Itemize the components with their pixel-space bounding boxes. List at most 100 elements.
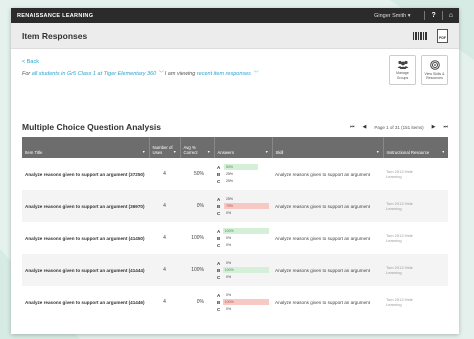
table-row[interactable]: Analyze reasons given to support an argu… <box>22 190 448 222</box>
column-header-uses[interactable]: Number of Uses ▼ <box>149 137 181 158</box>
column-header-item-title[interactable]: Item Title ▼ <box>22 137 150 158</box>
answer-letter: B <box>217 171 221 177</box>
sort-icon: ▼ <box>207 150 211 154</box>
resource-cell[interactable]: Tom 2013 Hide Learning <box>383 286 448 318</box>
column-header-skill[interactable]: Skill ▼ <box>272 137 384 158</box>
resource-sub: Learning <box>386 174 402 179</box>
answer-choice: B 100% <box>217 299 269 306</box>
answer-letter: B <box>217 235 221 241</box>
resource-sub: Learning <box>386 206 402 211</box>
pdf-icon[interactable]: PDF <box>437 28 448 43</box>
answer-bar: 25% <box>226 179 234 183</box>
answer-bar: 0% <box>226 211 232 215</box>
answer-bar: 25% <box>226 197 234 201</box>
resource-cell[interactable]: Tom 2013 Hide Learning <box>383 254 448 286</box>
home-icon[interactable]: ⌂ <box>449 12 453 19</box>
resource-cell[interactable]: Tom 2013 Hide Learning <box>383 158 448 190</box>
resource-cell[interactable]: Tom 2013 Hide Learning <box>383 190 448 222</box>
divider <box>424 11 426 20</box>
sort-icon: ▼ <box>441 150 445 154</box>
skill-text: Analyze reasons given to support an argu… <box>272 254 383 286</box>
student-filter-label: all students in Gr5 Class 1 at Tiger Ele… <box>31 71 158 77</box>
view-skills-label: View Skills & Resources <box>424 71 445 80</box>
section-title: Multiple Choice Question Analysis <box>22 122 162 132</box>
item-title[interactable]: Analyze reasons given to support an argu… <box>22 286 149 318</box>
answers-cell: A 0% B 100% C 0% <box>214 286 272 318</box>
last-page-icon[interactable]: ⏭ <box>443 124 448 130</box>
sort-icon: ▼ <box>376 150 380 154</box>
table-row[interactable]: Analyze reasons given to support an argu… <box>22 158 448 190</box>
manage-groups-label: Manage Groups <box>396 71 409 80</box>
answer-choice: C 0% <box>217 274 269 281</box>
sort-icon: ▼ <box>173 150 177 154</box>
divider <box>441 11 443 20</box>
column-label: Answers <box>217 150 234 155</box>
help-icon[interactable]: ? <box>431 12 435 19</box>
item-title[interactable]: Analyze reasons given to support an argu… <box>22 190 149 222</box>
item-title[interactable]: Analyze reasons given to support an argu… <box>22 222 149 254</box>
table-row[interactable]: Analyze reasons given to support an argu… <box>22 286 448 318</box>
column-header-resource[interactable]: Instructional Resource ▼ <box>383 137 448 158</box>
answer-bar: 100% <box>222 228 269 234</box>
column-header-answers[interactable]: Answers ▼ <box>214 137 273 158</box>
skill-text: Analyze reasons given to support an argu… <box>275 171 370 177</box>
first-page-icon[interactable]: ⏮ <box>350 124 355 130</box>
answer-bar: 0% <box>226 261 232 265</box>
student-filter-link[interactable]: all students in Gr5 Class 1 at Tiger Ele… <box>32 71 163 77</box>
answer-choice: C 0% <box>217 306 269 313</box>
answer-letter: C <box>217 306 221 312</box>
table-row[interactable]: Analyze reasons given to support an argu… <box>22 254 448 286</box>
skill-text: Analyze reasons given to support an argu… <box>275 299 370 305</box>
next-page-icon[interactable]: ▶ <box>432 124 436 130</box>
answer-choice: A 0% <box>217 292 269 299</box>
resource-cell[interactable]: Tom 2013 Hide Learning <box>383 222 448 254</box>
answer-bar: 100% <box>222 299 269 305</box>
barcode-icon[interactable] <box>413 31 427 40</box>
answer-letter: B <box>217 203 221 209</box>
answer-bar: 0% <box>226 307 232 311</box>
avg-correct: 0% <box>196 299 204 305</box>
context-sentence: For all students in Gr5 Class 1 at Tiger… <box>22 69 448 77</box>
avg-correct: 100% <box>180 254 214 286</box>
answer-letter: C <box>217 210 221 216</box>
column-label: Skill <box>275 150 284 155</box>
item-title[interactable]: Analyze reasons given to support an argu… <box>22 158 149 190</box>
number-of-uses: 4 <box>163 171 166 177</box>
group-icon <box>397 61 408 70</box>
sort-icon: ▼ <box>265 150 269 154</box>
action-buttons: Manage Groups View Skills & Resources <box>389 55 448 85</box>
view-filter-label: recent item responses <box>196 71 253 77</box>
answer-choice: B 100% <box>217 267 269 274</box>
user-menu[interactable]: Ginger Smith ▾ <box>374 13 410 19</box>
answer-letter: A <box>217 196 221 202</box>
number-of-uses: 4 <box>149 254 180 286</box>
column-header-avg-correct[interactable]: Avg % Correct ▼ <box>180 137 215 158</box>
answer-bar: 25% <box>226 172 234 176</box>
prev-page-icon[interactable]: ◀ <box>362 124 366 130</box>
resource-sub: Learning <box>386 302 402 307</box>
page-header: Item Responses PDF <box>11 23 459 49</box>
answer-bar: 0% <box>226 275 232 279</box>
answer-bar: 0% <box>226 243 232 247</box>
item-title[interactable]: Analyze reasons given to support an argu… <box>22 254 149 286</box>
number-of-uses: 4 <box>163 299 166 305</box>
answer-letter: A <box>217 260 221 266</box>
pagination: ⏮ ◀ Page 1 of 31 (151 items) ▶ ⏭ <box>350 124 448 130</box>
answer-bar: 0% <box>226 293 232 297</box>
answer-choice: C 0% <box>217 242 269 249</box>
user-name: Ginger Smith <box>374 12 407 19</box>
answer-bar: 100% <box>222 267 269 273</box>
table-row[interactable]: Analyze reasons given to support an argu… <box>22 222 448 254</box>
answer-choice: C 25% <box>217 178 269 185</box>
answer-choice: A 100% <box>217 228 269 235</box>
answers-cell: A 100% B 0% C 0% <box>214 222 272 254</box>
number-of-uses: 4 <box>163 235 166 241</box>
manage-groups-button[interactable]: Manage Groups <box>389 55 416 85</box>
back-link[interactable]: < Back <box>22 59 448 65</box>
view-skills-button[interactable]: View Skills & Resources <box>421 55 448 85</box>
answer-letter: C <box>217 274 221 280</box>
view-filter-link[interactable]: recent item responses ﹀ <box>197 71 258 77</box>
skill-text: Analyze reasons given to support an argu… <box>275 235 370 241</box>
answer-choice: B 25% <box>217 171 269 178</box>
column-label: Item Title <box>25 150 43 155</box>
